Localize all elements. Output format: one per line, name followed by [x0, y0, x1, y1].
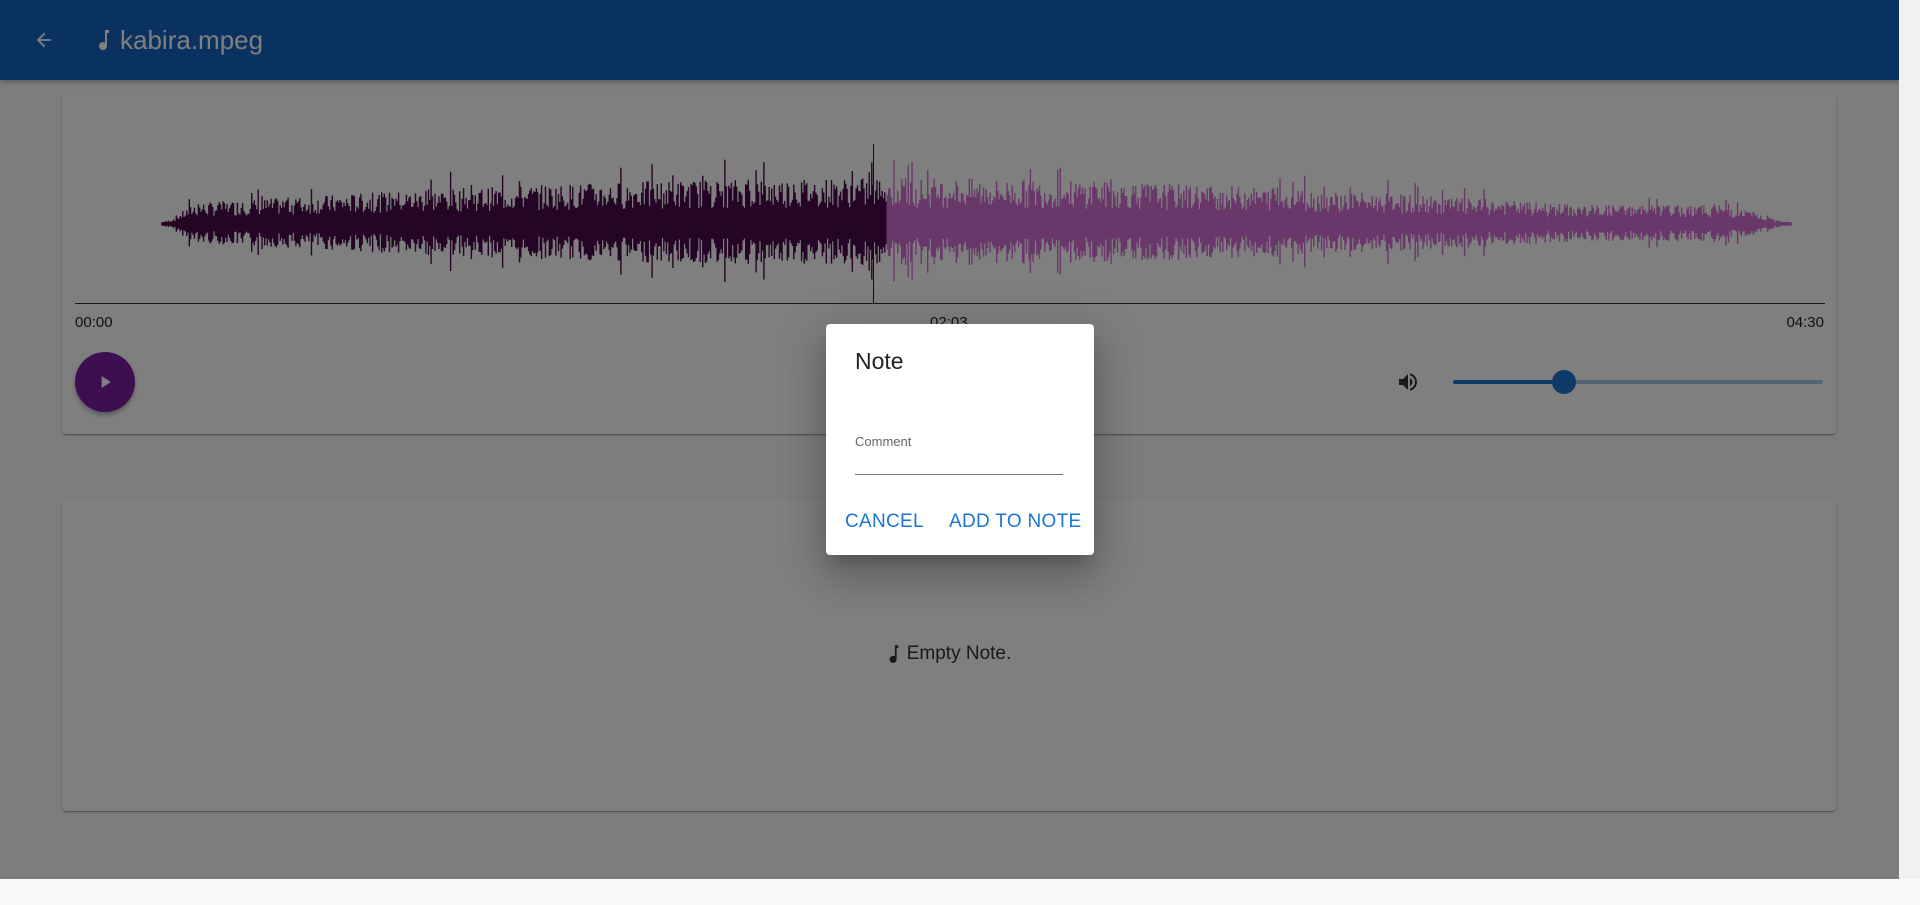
scrollbar[interactable] — [1899, 0, 1920, 905]
page-bottom — [0, 879, 1920, 905]
comment-label: Comment — [855, 434, 912, 449]
add-to-note-button[interactable]: ADD TO NOTE — [941, 504, 1089, 540]
comment-underline — [855, 474, 1063, 475]
dialog-title: Note — [855, 348, 904, 374]
app-root: kabira.mpeg 00:00 02:03 04:30 — [0, 0, 1899, 879]
note-dialog: Note Comment CANCEL ADD TO NOTE — [826, 324, 1094, 555]
comment-input[interactable] — [855, 450, 1063, 472]
comment-field: Comment — [855, 434, 1063, 486]
cancel-button[interactable]: CANCEL — [837, 504, 932, 540]
